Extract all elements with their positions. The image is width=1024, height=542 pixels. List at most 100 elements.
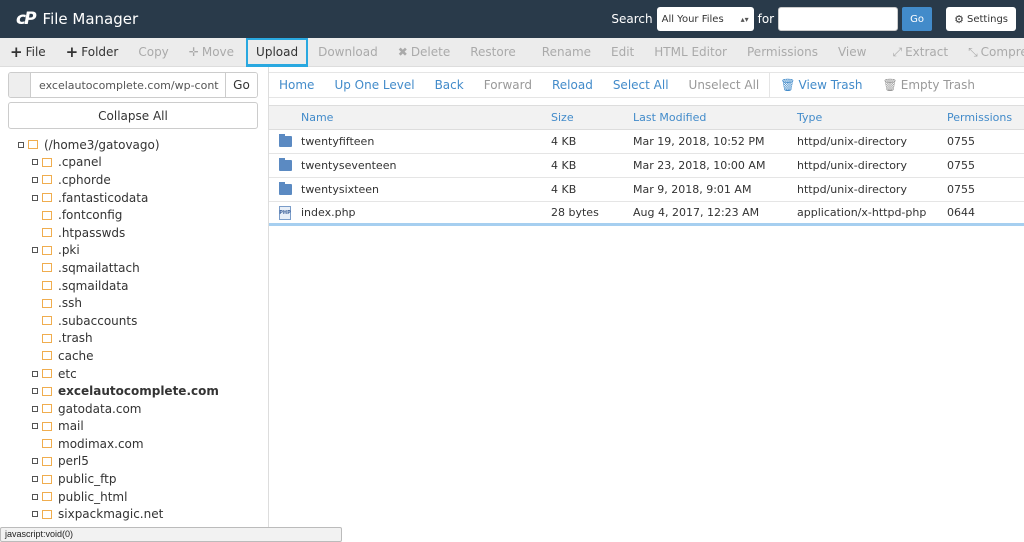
plus-icon: + <box>65 43 79 61</box>
tree-item[interactable]: .trash <box>0 330 268 348</box>
tree-item-label: (/home3/gatovago) <box>44 137 160 152</box>
tree-item[interactable]: .subaccounts <box>0 312 268 330</box>
path-input[interactable]: excelautocomplete.com/wp-cont <box>31 73 225 97</box>
nav-up-one-level[interactable]: Up One Level <box>324 78 424 92</box>
tree-item[interactable]: .ssh <box>0 294 268 312</box>
rename-button[interactable]: Rename <box>532 38 601 67</box>
file-type: httpd/unix-directory <box>797 135 907 148</box>
cpanel-logo-icon[interactable]: cP <box>16 9 36 29</box>
tree-item[interactable]: .sqmailattach <box>0 259 268 277</box>
nav-select-all[interactable]: Select All <box>603 78 679 92</box>
tree-item-label: modimax.com <box>58 436 144 451</box>
file-last-modified: Mar 9, 2018, 9:01 AM <box>633 183 752 196</box>
file-name: index.php <box>301 206 356 219</box>
table-row[interactable]: twentyseventeen 4 KB Mar 23, 2018, 10:00 A… <box>269 154 1024 178</box>
tree-item[interactable]: perl5 <box>0 453 268 471</box>
tree-item-label: cache <box>58 348 94 363</box>
expand-toggle-icon[interactable] <box>32 476 38 483</box>
tree-item[interactable]: cache <box>0 347 268 365</box>
nav-home[interactable]: Home <box>269 78 324 92</box>
expand-toggle-icon[interactable] <box>32 370 38 377</box>
download-button[interactable]: Download <box>308 38 388 67</box>
table-row[interactable]: twentyfifteen 4 KB Mar 19, 2018, 10:52 PM h… <box>269 130 1024 154</box>
tree-item[interactable]: public_ftp <box>0 470 268 488</box>
folder-icon <box>42 210 52 220</box>
delete-button[interactable]: ✖ Delete <box>388 38 461 67</box>
tree-item[interactable]: .pki <box>0 242 268 260</box>
tree-item[interactable]: (/home3/gatovago) <box>0 136 268 154</box>
edit-button[interactable]: Edit <box>601 38 644 67</box>
tree-item-label: .cpanel <box>58 155 102 170</box>
compress-button[interactable]: ⤡Compress <box>958 38 1024 67</box>
tree-item[interactable]: etc <box>0 365 268 383</box>
tree-item[interactable]: excelautocomplete.com <box>0 382 268 400</box>
extract-button[interactable]: ⤢ Extract <box>882 38 958 67</box>
tree-item[interactable]: public_html <box>0 488 268 506</box>
folder-icon <box>42 386 52 396</box>
nav-empty-trash[interactable]: 🗑 Empty Trash <box>873 78 985 92</box>
copy-button[interactable]: Copy <box>128 38 178 67</box>
file-name: twentyseventeen <box>301 159 397 172</box>
new-folder-button[interactable]: + Folder <box>56 38 129 67</box>
tree-item[interactable]: sixpackmagic.net <box>0 505 268 523</box>
tree-item[interactable]: .cphorde <box>0 171 268 189</box>
expand-icon: ⤢ <box>892 44 903 59</box>
expand-toggle-icon[interactable] <box>32 458 38 465</box>
nav-unselect-all[interactable]: Unselect All <box>679 78 770 92</box>
tree-item[interactable]: .sqmaildata <box>0 277 268 295</box>
column-header-permissions[interactable]: Permissions <box>947 111 1024 124</box>
tree-item[interactable]: mail <box>0 418 268 436</box>
expand-toggle-icon[interactable] <box>32 423 38 430</box>
file-size: 4 KB <box>551 135 577 148</box>
main-toolbar: + File + Folder Copy ✛ Move Upload Download… <box>0 37 1024 67</box>
tree-item-label: perl5 <box>58 454 89 469</box>
expand-toggle-icon[interactable] <box>32 405 38 412</box>
column-header-name[interactable]: Name <box>301 111 551 124</box>
new-file-button[interactable]: + File <box>0 38 56 67</box>
expand-toggle-icon[interactable] <box>32 194 38 201</box>
view-button[interactable]: View <box>828 38 876 67</box>
path-go-button[interactable]: Go <box>225 73 257 97</box>
table-row[interactable]: twentysixteen 4 KB Mar 9, 2018, 9:01 AM htt… <box>269 178 1024 202</box>
column-header-size[interactable]: Size <box>551 111 633 124</box>
tree-item[interactable]: .fantasticodata <box>0 189 268 207</box>
column-header-type[interactable]: Type <box>797 111 947 124</box>
tree-item-label: gatodata.com <box>58 401 142 416</box>
expand-toggle-icon[interactable] <box>32 247 38 254</box>
restore-button[interactable]: Restore <box>460 38 526 67</box>
nav-back[interactable]: Back <box>425 78 474 92</box>
expand-toggle-icon[interactable] <box>32 159 38 166</box>
table-row[interactable]: PHP index.php 28 bytes Aug 4, 2017, 12:23 A… <box>269 202 1024 226</box>
html-editor-button[interactable]: HTML Editor <box>644 38 737 67</box>
column-header-last-modified[interactable]: Last Modified <box>633 111 797 124</box>
expand-toggle-icon[interactable] <box>32 388 38 395</box>
move-button[interactable]: ✛ Move <box>179 38 244 67</box>
expand-toggle-icon[interactable] <box>32 511 38 518</box>
path-addon <box>9 73 31 97</box>
expand-toggle-icon[interactable] <box>32 176 38 183</box>
permissions-button[interactable]: Permissions <box>737 38 828 67</box>
nav-view-trash[interactable]: 🗑 View Trash <box>770 78 872 92</box>
tree-item[interactable]: .fontconfig <box>0 206 268 224</box>
settings-button[interactable]: ⚙ Settings <box>946 7 1016 31</box>
tree-item[interactable]: modimax.com <box>0 435 268 453</box>
search-go-button[interactable]: Go <box>902 7 933 31</box>
upload-button[interactable]: Upload <box>246 37 309 67</box>
permissions-label: Permissions <box>747 45 818 59</box>
expand-toggle-icon[interactable] <box>32 493 38 500</box>
search-scope-select[interactable]: All Your Files ▴▾ <box>656 7 754 31</box>
file-permissions: 0644 <box>947 206 975 219</box>
collapse-all-button[interactable]: Collapse All <box>8 102 258 129</box>
tree-item[interactable]: .htpasswds <box>0 224 268 242</box>
tree-item[interactable]: gatodata.com <box>0 400 268 418</box>
nav-reload[interactable]: Reload <box>542 78 603 92</box>
folder-icon <box>278 182 292 195</box>
tree-item-label: .sqmaildata <box>58 278 129 293</box>
gear-icon: ⚙ <box>954 12 964 26</box>
nav-forward[interactable]: Forward <box>474 78 542 92</box>
search-input[interactable] <box>778 7 899 31</box>
tree-item[interactable]: .cpanel <box>0 154 268 172</box>
expand-toggle-icon[interactable] <box>18 141 24 148</box>
